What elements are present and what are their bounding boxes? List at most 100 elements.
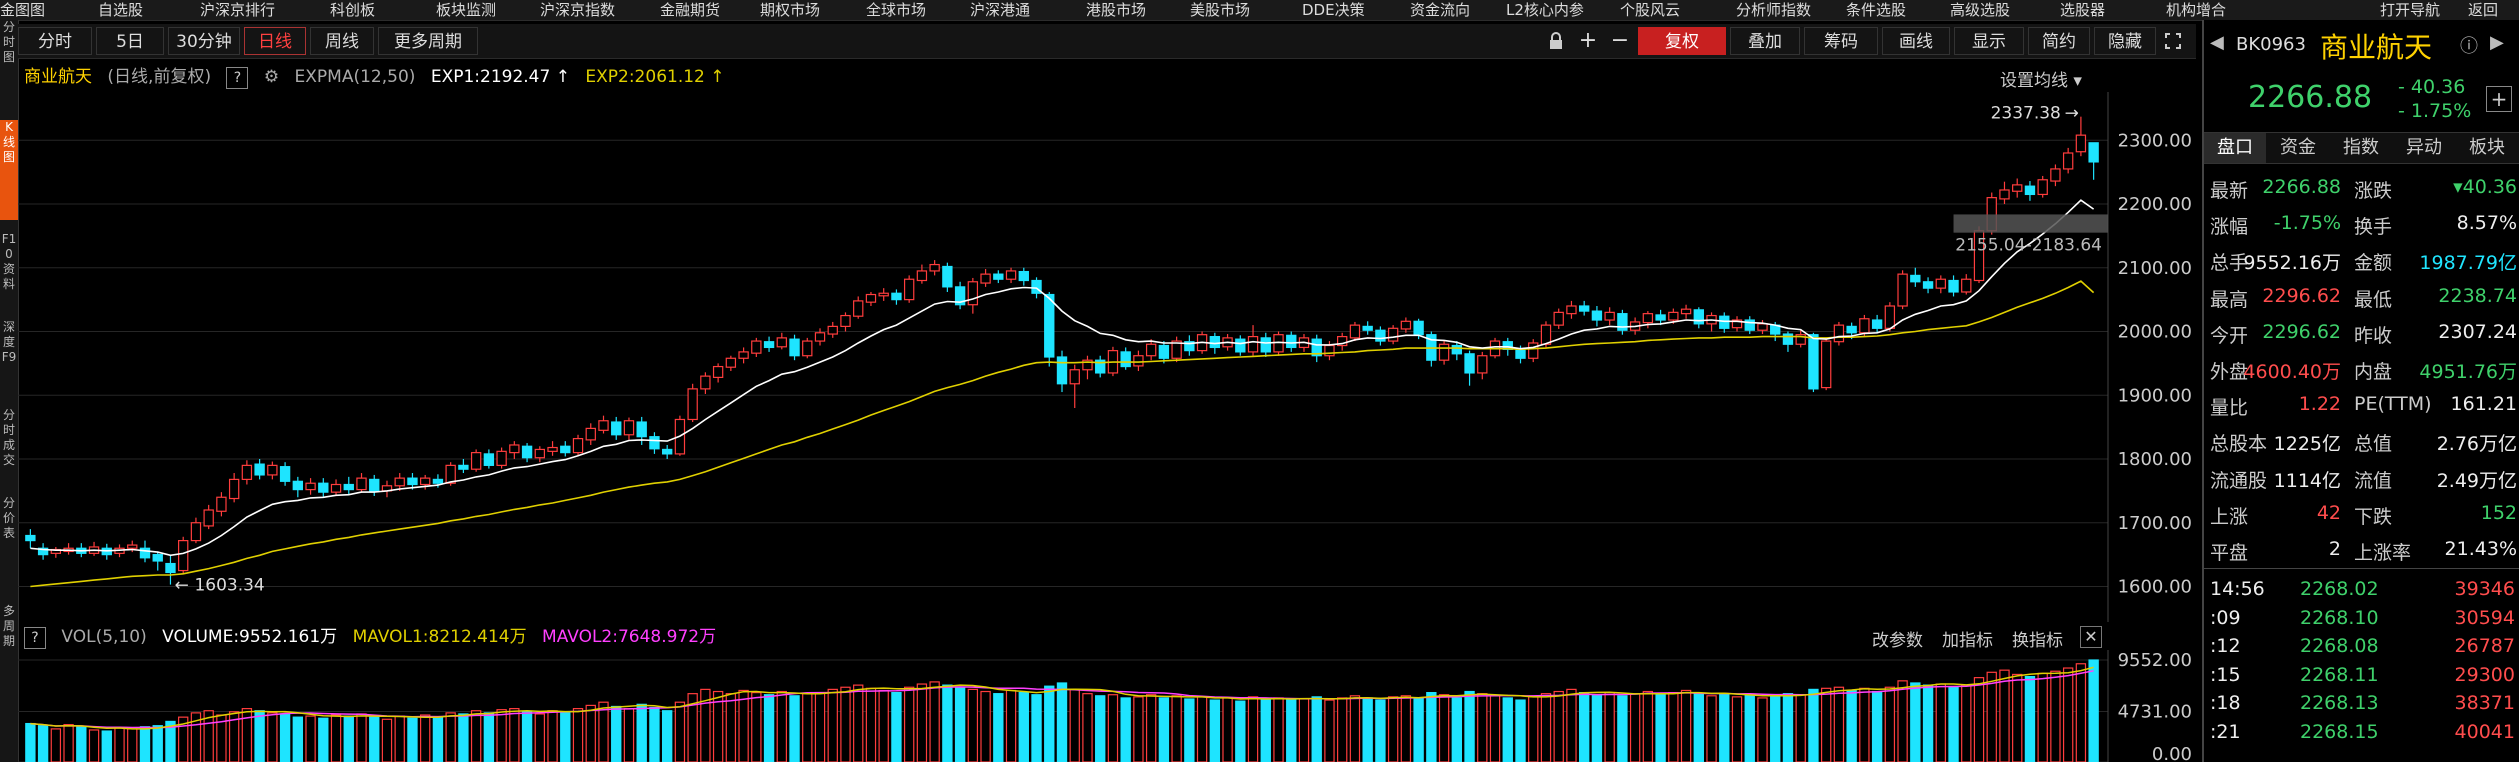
candle-body: [1922, 281, 1934, 289]
quote-row: 量比 1.22 PE(TTM) 161.21: [2204, 387, 2519, 423]
volume-bar: [2062, 667, 2074, 762]
candle: [1833, 321, 1845, 346]
period-tab[interactable]: 5日: [96, 27, 164, 55]
toolbar-button[interactable]: 复权: [1638, 27, 1726, 55]
quote-tab[interactable]: 板块: [2456, 133, 2518, 163]
menu-item[interactable]: 全球市场: [866, 0, 926, 20]
menu-item[interactable]: L2核心内参: [1506, 0, 1584, 20]
quote-tab[interactable]: 盘口: [2204, 133, 2266, 163]
vol-link[interactable]: 加指标: [1942, 626, 1993, 651]
menu-item[interactable]: 科创板: [330, 0, 375, 20]
candle: [2037, 175, 2048, 198]
prev-icon[interactable]: ◀: [2210, 32, 2224, 53]
settings-gear-icon[interactable]: ⚙: [264, 67, 279, 87]
volume-bar: [2050, 670, 2061, 762]
candle-body: [1451, 344, 1463, 355]
quote-value: 42: [2316, 501, 2341, 524]
vol-link[interactable]: 改参数: [1872, 626, 1923, 651]
menu-item[interactable]: 美股市场: [1190, 0, 1250, 20]
volume-bar: [2037, 672, 2048, 762]
menu-item[interactable]: 自选股: [98, 0, 143, 20]
menu-item[interactable]: 期权市场: [760, 0, 820, 20]
toolbar-button[interactable]: 隐藏: [2094, 27, 2156, 55]
toolbar-button[interactable]: 画线: [1882, 27, 1950, 55]
rail-item[interactable]: 分时图: [0, 20, 18, 112]
info-icon[interactable]: ⓘ: [2460, 32, 2478, 58]
quote-tab[interactable]: 资金: [2267, 133, 2329, 163]
zoom-in-icon[interactable]: +: [1574, 27, 1602, 55]
volume-bar: [1553, 690, 1564, 762]
period-tab[interactable]: 更多周期: [378, 27, 478, 55]
rail-item[interactable]: 深度F9: [0, 320, 18, 400]
toolbar-button[interactable]: 简约: [2028, 27, 2090, 55]
candle: [190, 517, 202, 544]
rail-item[interactable]: F10资料: [0, 232, 18, 312]
expand-icon[interactable]: [2158, 27, 2188, 55]
rail-item[interactable]: K线图: [0, 120, 18, 220]
menu-item[interactable]: 高级选股: [1950, 0, 2010, 20]
period-tab[interactable]: 周线: [310, 27, 374, 55]
rail-item[interactable]: 多周期: [0, 604, 18, 704]
candlestick-chart[interactable]: 2300.00 2200.00 2100.00 2000.00 1900.00 1800.…: [18, 92, 2198, 622]
menu-item[interactable]: 返回: [2468, 0, 2498, 20]
candle: [1922, 277, 1934, 294]
lock-icon[interactable]: [1542, 27, 1570, 55]
candle-body: [916, 270, 928, 282]
vol-indicator-name[interactable]: VOL(5,10): [61, 627, 146, 647]
set-ma-link[interactable]: 设置均线 ▾: [2000, 66, 2082, 91]
candle-body: [1604, 311, 1615, 321]
vol-link[interactable]: 换指标: [2012, 626, 2063, 651]
menu-item[interactable]: 板块监测: [436, 0, 496, 20]
tick-vol: 38371: [2454, 692, 2515, 714]
candle: [980, 269, 991, 287]
add-watchlist-icon[interactable]: +: [2486, 86, 2512, 112]
quote-tab[interactable]: 异动: [2393, 133, 2455, 163]
help-icon[interactable]: ?: [24, 627, 46, 649]
zoom-out-icon[interactable]: −: [1606, 27, 1634, 55]
volume-bar: [611, 705, 622, 762]
menu-item[interactable]: DDE决策: [1302, 0, 1365, 20]
toolbar-button[interactable]: 叠加: [1730, 27, 1800, 55]
rail-item[interactable]: 分时成交: [0, 408, 18, 488]
menu-item[interactable]: 沪深京指数: [540, 0, 615, 20]
menu-item[interactable]: 条件选股: [1846, 0, 1906, 20]
menu-item[interactable]: 机构增合: [2166, 0, 2226, 20]
menu-item[interactable]: 港股市场: [1086, 0, 1146, 20]
menu-item[interactable]: 沪深港通: [970, 0, 1030, 20]
candle-body: [878, 292, 889, 297]
period-tab[interactable]: 分时: [18, 27, 92, 55]
tick-time: :21: [2210, 720, 2241, 743]
candle-body: [1515, 348, 1526, 359]
menu-item[interactable]: 金图图: [0, 0, 45, 20]
menu-item[interactable]: 分析师指数: [1736, 0, 1811, 20]
period-tab[interactable]: 日线: [244, 27, 306, 55]
quote-value: 1225亿: [2273, 433, 2341, 456]
volume-bar: [1642, 690, 1654, 762]
volume-bar: [318, 717, 329, 762]
menu-item[interactable]: 个股风云: [1620, 0, 1680, 20]
menu-item[interactable]: 金融期货: [660, 0, 720, 20]
help-icon[interactable]: ?: [226, 67, 249, 89]
candle-body: [725, 357, 737, 368]
indicator-name[interactable]: EXPMA(12,50): [295, 67, 416, 87]
volume-bar: [1897, 680, 1908, 762]
menu-item[interactable]: 选股器: [2060, 0, 2105, 20]
menu-item[interactable]: 沪深京排行: [200, 0, 275, 20]
menu-item[interactable]: 资金流向: [1410, 0, 1470, 20]
volume-bar: [1247, 696, 1259, 762]
next-icon[interactable]: ▶: [2490, 32, 2504, 53]
close-icon[interactable]: ✕: [2080, 626, 2102, 648]
quote-tab[interactable]: 指数: [2330, 133, 2392, 163]
candle-body: [1910, 274, 1921, 283]
period-tab[interactable]: 30分钟: [168, 27, 240, 55]
candle-body: [25, 534, 36, 542]
candle-body: [1145, 343, 1157, 357]
volume-bar: [343, 715, 354, 762]
rail-item[interactable]: 分价表: [0, 496, 18, 592]
volume-chart[interactable]: 9552.00 4731.00 0.00: [18, 650, 2198, 762]
toolbar-button[interactable]: 显示: [1954, 27, 2024, 55]
menu-item[interactable]: 打开导航: [2380, 0, 2440, 20]
toolbar-button[interactable]: 筹码: [1804, 27, 1878, 55]
candle: [1069, 364, 1080, 408]
volume-bar: [1693, 693, 1704, 762]
